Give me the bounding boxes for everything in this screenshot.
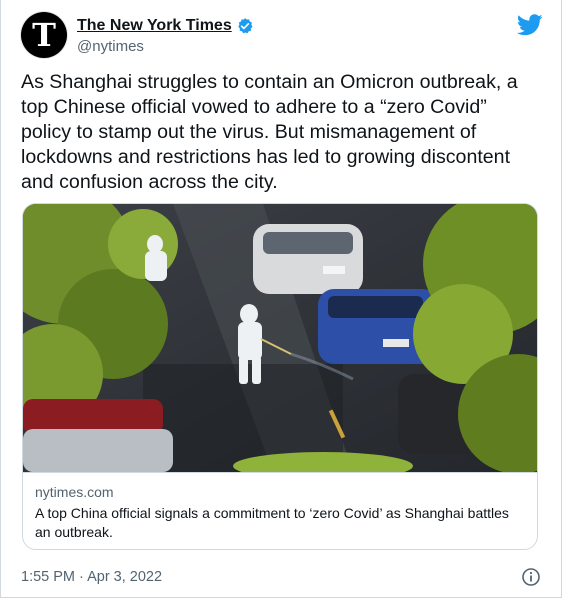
twitter-bird-icon[interactable] <box>517 14 543 36</box>
author-name[interactable]: The New York Times <box>77 17 232 35</box>
tweet-timestamp[interactable]: 1:55 PM · Apr 3, 2022 <box>21 569 162 585</box>
link-card[interactable]: nytimes.com A top China official signals… <box>22 203 538 550</box>
tweet-footer: 1:55 PM · Apr 3, 2022 <box>21 567 541 587</box>
link-domain: nytimes.com <box>35 484 114 500</box>
link-info: nytimes.com A top China official signals… <box>23 472 537 542</box>
link-title: A top China official signals a commitmen… <box>35 505 509 540</box>
article-photo <box>23 204 537 472</box>
author-block: The New York Times @nytimes <box>77 15 254 55</box>
tweet-text: As Shanghai struggles to contain an Omic… <box>21 71 518 193</box>
avatar[interactable]: T <box>21 12 67 58</box>
author-handle[interactable]: @nytimes <box>77 38 254 55</box>
verified-badge-icon <box>237 18 253 34</box>
info-icon[interactable] <box>521 567 541 587</box>
avatar-letter: T <box>32 16 56 54</box>
tweet-header: T The New York Times @nytimes <box>21 12 254 58</box>
author-name-row: The New York Times <box>77 15 254 37</box>
tweet-card: T The New York Times @nytimes As Shangha… <box>0 0 562 598</box>
